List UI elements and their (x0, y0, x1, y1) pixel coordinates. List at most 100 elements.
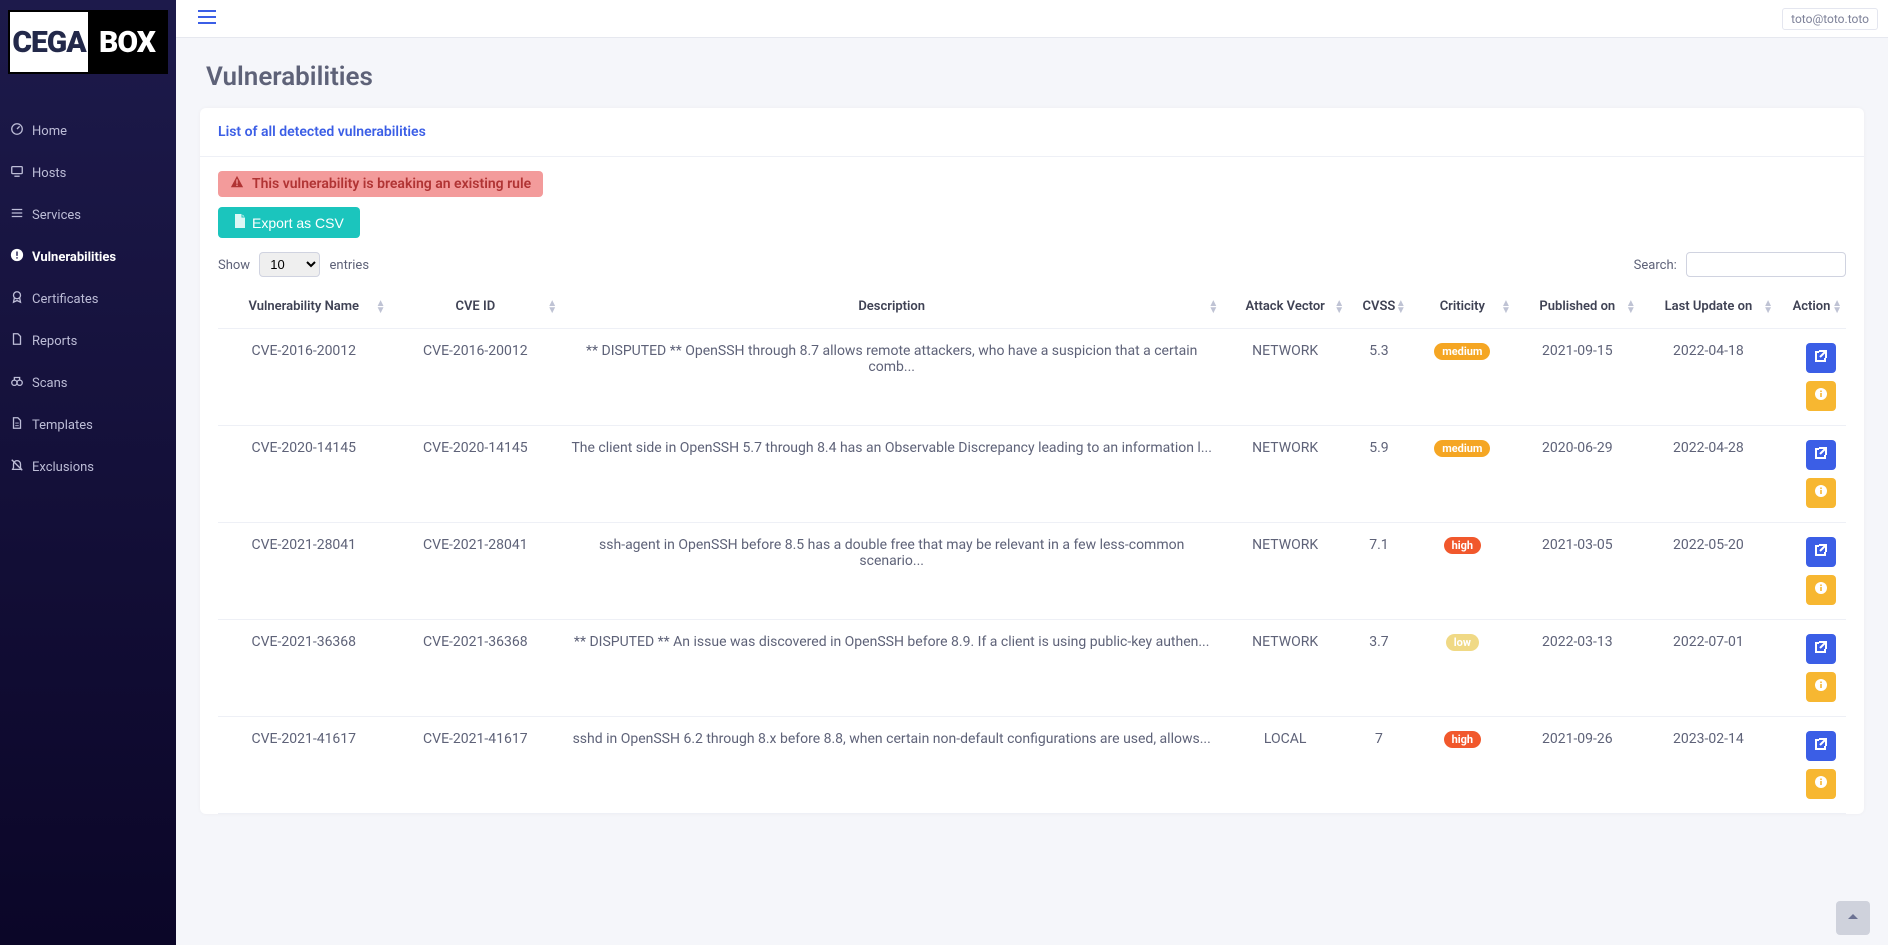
cell-criticity: high (1410, 523, 1515, 620)
topbar: toto@toto.toto (176, 0, 1888, 38)
export-label: Export as CSV (252, 215, 344, 231)
info-button[interactable] (1806, 478, 1836, 508)
cell-criticity: medium (1410, 426, 1515, 523)
sidebar-item-label: Vulnerabilities (32, 250, 116, 265)
external-link-icon (1814, 737, 1828, 755)
open-external-button[interactable] (1806, 537, 1836, 567)
sort-icon: ▲▼ (1208, 300, 1218, 314)
sidebar-item-label: Templates (32, 418, 93, 433)
logo-right: BOX (88, 12, 166, 72)
sidebar-item-certificates[interactable]: Certificates (0, 278, 176, 320)
cell-name: CVE-2020-14145 (218, 426, 390, 523)
column-header[interactable]: Attack Vector▲▼ (1222, 285, 1348, 329)
table-row: CVE-2021-28041CVE-2021-28041ssh-agent in… (218, 523, 1846, 620)
cell-action (1777, 523, 1846, 620)
cell-cve: CVE-2020-14145 (390, 426, 562, 523)
cell-criticity: high (1410, 717, 1515, 814)
sidebar-item-scans[interactable]: Scans (0, 362, 176, 404)
page-title: Vulnerabilities (176, 38, 1888, 108)
sort-icon: ▲▼ (1763, 300, 1773, 314)
cell-updated: 2023-02-14 (1640, 717, 1777, 814)
open-external-button[interactable] (1806, 343, 1836, 373)
table-row: CVE-2020-14145CVE-2020-14145The client s… (218, 426, 1846, 523)
cell-description: sshd in OpenSSH 6.2 through 8.x before 8… (561, 717, 1222, 814)
info-button[interactable] (1806, 672, 1836, 702)
column-header[interactable]: CVSS▲▼ (1348, 285, 1410, 329)
rule-break-alert: This vulnerability is breaking an existi… (218, 171, 543, 197)
export-csv-button[interactable]: Export as CSV (218, 207, 360, 238)
open-external-button[interactable] (1806, 440, 1836, 470)
column-header[interactable]: Last Update on▲▼ (1640, 285, 1777, 329)
sidebar-item-hosts[interactable]: Hosts (0, 152, 176, 194)
sort-icon: ▲▼ (1832, 300, 1842, 314)
cell-cve: CVE-2021-41617 (390, 717, 562, 814)
alert-icon (10, 248, 24, 266)
external-link-icon (1814, 640, 1828, 658)
entries-select[interactable]: 10 (259, 252, 320, 277)
info-icon (1814, 581, 1828, 599)
menu-icon (10, 206, 24, 224)
info-button[interactable] (1806, 769, 1836, 799)
cell-updated: 2022-05-20 (1640, 523, 1777, 620)
binoculars-icon (10, 374, 24, 392)
card-title: List of all detected vulnerabilities (200, 108, 1864, 157)
cell-description: ssh-agent in OpenSSH before 8.5 has a do… (561, 523, 1222, 620)
dashboard-icon (10, 122, 24, 140)
user-email[interactable]: toto@toto.toto (1782, 8, 1878, 30)
logo: CEGA BOX (0, 0, 176, 80)
sidebar-item-label: Certificates (32, 292, 98, 307)
warning-icon (230, 175, 244, 193)
column-header[interactable]: Criticity▲▼ (1410, 285, 1515, 329)
column-header[interactable]: Action▲▼ (1777, 285, 1846, 329)
sort-icon: ▲▼ (376, 300, 386, 314)
cell-criticity: low (1410, 620, 1515, 717)
cell-criticity: medium (1410, 329, 1515, 426)
criticity-badge: medium (1434, 440, 1490, 457)
sidebar-item-label: Hosts (32, 166, 66, 181)
cell-updated: 2022-04-28 (1640, 426, 1777, 523)
scroll-top-button[interactable] (1836, 901, 1870, 935)
external-link-icon (1814, 446, 1828, 464)
sidebar-item-templates[interactable]: Templates (0, 404, 176, 446)
info-button[interactable] (1806, 575, 1836, 605)
cell-updated: 2022-04-18 (1640, 329, 1777, 426)
sidebar-item-reports[interactable]: Reports (0, 320, 176, 362)
cell-cvss: 7 (1348, 717, 1410, 814)
cell-cvss: 5.3 (1348, 329, 1410, 426)
hamburger-icon[interactable] (198, 9, 216, 28)
column-header[interactable]: Published on▲▼ (1515, 285, 1640, 329)
cell-published: 2021-03-05 (1515, 523, 1640, 620)
sidebar-item-label: Home (32, 124, 67, 139)
bell-off-icon (10, 458, 24, 476)
search-label: Search: (1634, 258, 1677, 273)
sidebar-item-label: Reports (32, 334, 77, 349)
cell-action (1777, 620, 1846, 717)
sidebar-item-exclusions[interactable]: Exclusions (0, 446, 176, 488)
sidebar-item-services[interactable]: Services (0, 194, 176, 236)
sidebar-item-label: Services (32, 208, 81, 223)
sidebar-item-vulnerabilities[interactable]: Vulnerabilities (0, 236, 176, 278)
cell-vector: NETWORK (1222, 426, 1348, 523)
sidebar-item-home[interactable]: Home (0, 110, 176, 152)
cell-vector: LOCAL (1222, 717, 1348, 814)
cell-description: The client side in OpenSSH 5.7 through 8… (561, 426, 1222, 523)
column-header[interactable]: Description▲▼ (561, 285, 1222, 329)
info-button[interactable] (1806, 381, 1836, 411)
cell-cve: CVE-2021-28041 (390, 523, 562, 620)
cell-published: 2021-09-26 (1515, 717, 1640, 814)
cell-vector: NETWORK (1222, 523, 1348, 620)
logo-left: CEGA (10, 12, 88, 72)
open-external-button[interactable] (1806, 731, 1836, 761)
criticity-badge: high (1444, 537, 1482, 554)
search-input[interactable] (1686, 252, 1846, 277)
cell-cve: CVE-2016-20012 (390, 329, 562, 426)
cell-cvss: 7.1 (1348, 523, 1410, 620)
open-external-button[interactable] (1806, 634, 1836, 664)
sidebar: CEGA BOX Home Hosts Services Vulnerabilitie… (0, 0, 176, 945)
info-icon (1814, 678, 1828, 696)
cell-name: CVE-2021-36368 (218, 620, 390, 717)
cell-published: 2021-09-15 (1515, 329, 1640, 426)
sort-icon: ▲▼ (1396, 300, 1406, 314)
column-header[interactable]: Vulnerability Name▲▼ (218, 285, 390, 329)
column-header[interactable]: CVE ID▲▼ (390, 285, 562, 329)
